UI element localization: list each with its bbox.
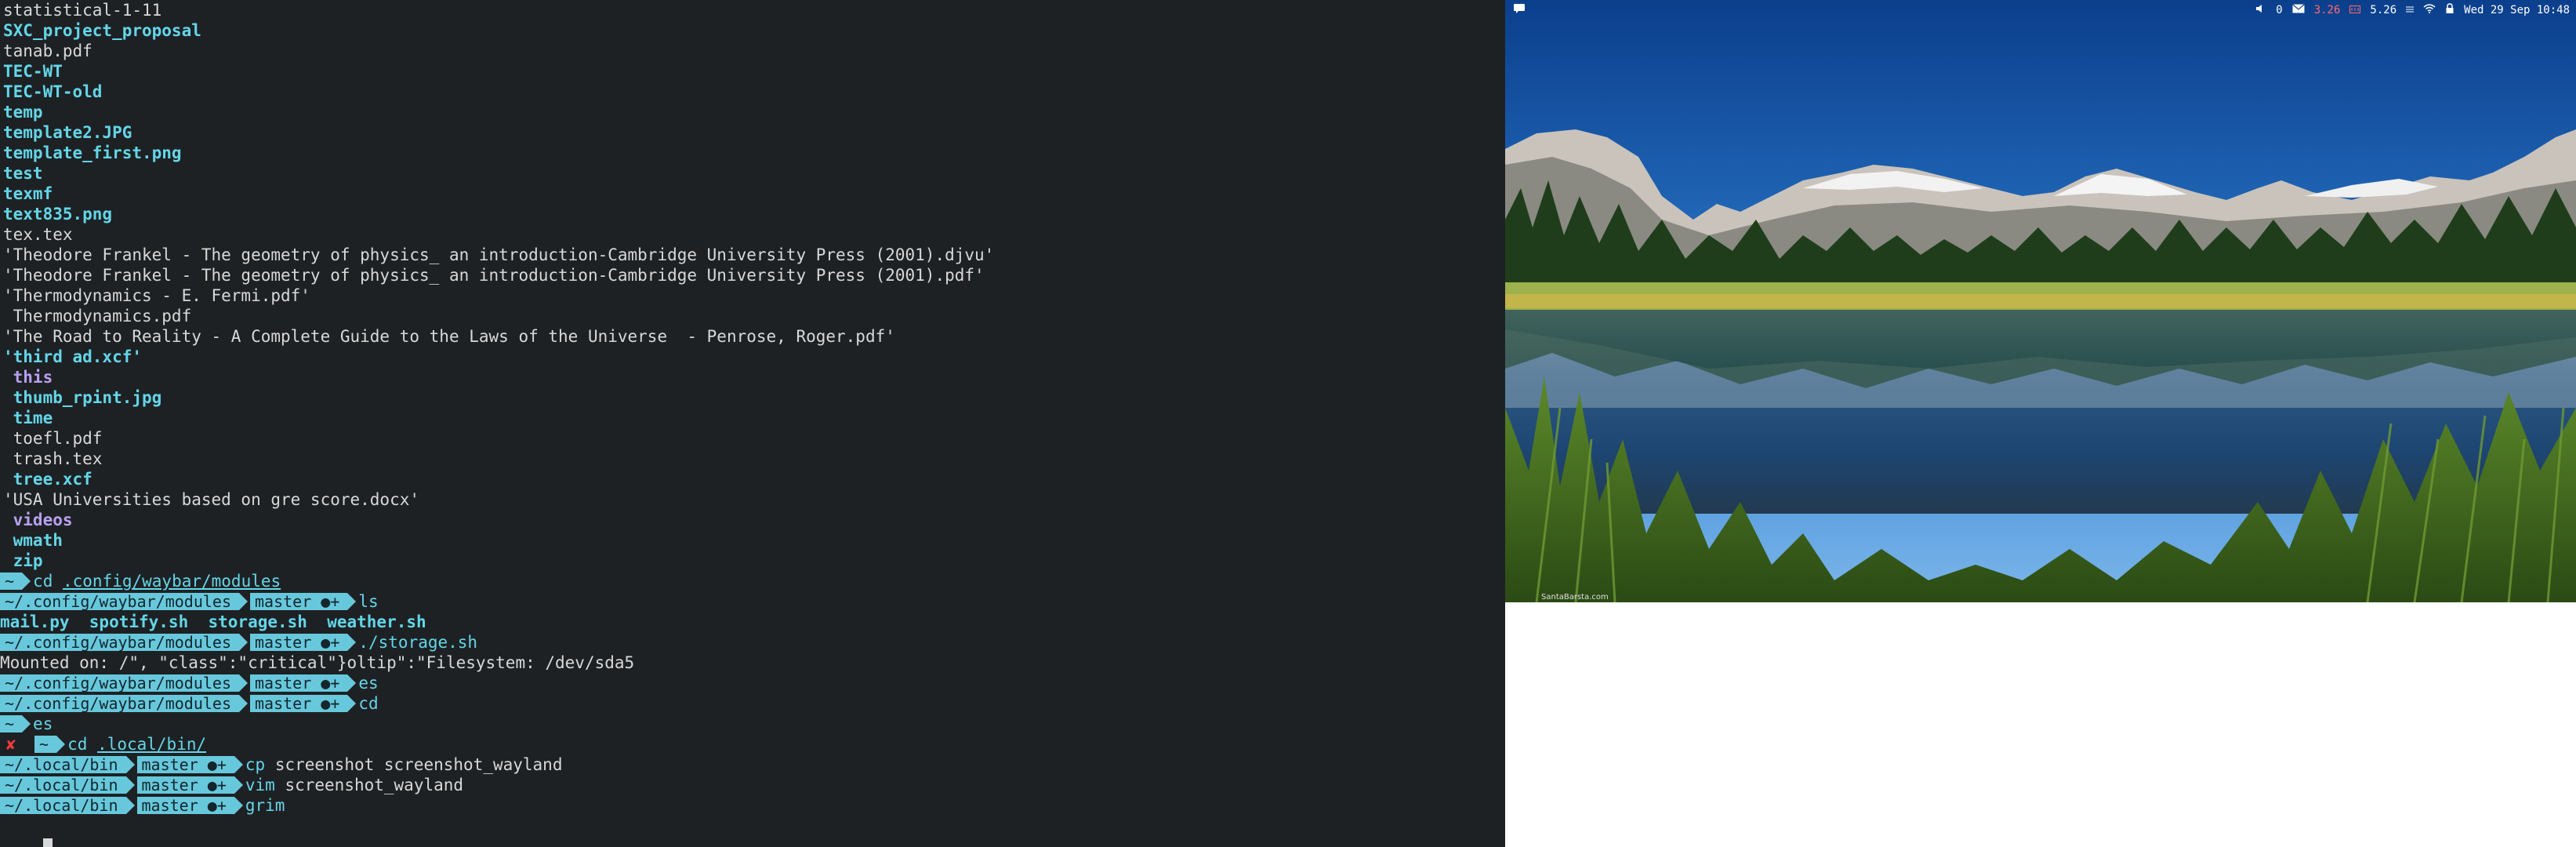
file-entry: template2.JPG: [3, 123, 132, 142]
command-args: screenshot_wayland: [274, 776, 464, 794]
file-entry: template_first.png: [3, 144, 182, 162]
file-entry: 'Theodore Frankel - The geometry of phys…: [3, 266, 985, 285]
file-entry: statistical-1-11: [3, 1, 162, 20]
lock-icon[interactable]: [2445, 3, 2454, 17]
prompt-line: ~/.config/waybar/modules master ●+ ls: [0, 591, 1505, 612]
prompt-line: ~/.local/bin master ●+ vim screenshot_wa…: [0, 775, 1505, 795]
prompt-line: ~ cd .config/waybar/modules: [0, 571, 1505, 591]
file-entry: thumb_rpint.jpg: [3, 388, 162, 407]
command: cd: [67, 735, 88, 754]
file-entry: tex.tex: [3, 225, 73, 244]
file-entry: tanab.pdf: [3, 42, 93, 60]
command: es: [358, 674, 379, 693]
file-entry: 'USA Universities based on gre score.doc…: [3, 490, 420, 509]
command-arg: .local/bin/: [97, 735, 207, 754]
prompt-git-branch: master ●+: [249, 674, 357, 692]
memory-icon: [2349, 4, 2361, 16]
mail-icon[interactable]: [2291, 4, 2305, 16]
wifi-icon[interactable]: [2423, 4, 2436, 16]
file-entry: trash.tex: [3, 449, 103, 468]
command: vim: [245, 776, 275, 794]
prompt-git-branch: master ●+: [136, 756, 244, 773]
file-entry: SXC_project_proposal: [3, 21, 201, 40]
file-entry: videos: [3, 511, 73, 529]
volume-icon[interactable]: [2255, 4, 2266, 16]
file-entry: test: [3, 164, 43, 183]
disk-value: 5.26: [2370, 4, 2397, 16]
command: cd: [33, 572, 53, 591]
mountain-lake-wallpaper: [1505, 0, 2576, 602]
command-arg: .config/waybar/modules: [63, 572, 281, 591]
prompt-dir: ~/.config/waybar/modules: [0, 634, 248, 651]
terminal-window[interactable]: statistical-1-11 SXC_project_proposaltana…: [0, 0, 1505, 847]
prompt-error-status: ✘: [0, 736, 33, 753]
prompt-git-branch: master ●+: [249, 634, 357, 651]
volume-value: 0: [2276, 4, 2283, 16]
prompt-dir: ~/.local/bin: [0, 797, 134, 814]
command: ./storage.sh: [358, 633, 478, 652]
file-entry: toefl.pdf: [3, 429, 103, 448]
prompt-git-branch: master ●+: [136, 776, 244, 794]
file-entry: text835.png: [3, 205, 113, 224]
prompt-line: ✘ ~ cd .local/bin/: [0, 734, 1505, 754]
file-entry: this: [3, 368, 53, 387]
file-entry: 'The Road to Reality - A Complete Guide …: [3, 327, 895, 346]
prompt-line: ~/.local/bin master ●+ cp screenshot scr…: [0, 754, 1505, 775]
command: cp: [245, 755, 266, 774]
command: es: [33, 714, 53, 733]
file-entry: 'third ad.xcf': [3, 347, 143, 366]
prompt-git-branch: master ●+: [249, 695, 357, 712]
command: cd: [358, 694, 379, 713]
command-output: Mounted on: /", "class":"critical"}oltip…: [0, 653, 635, 672]
chat-bubble-icon[interactable]: [1513, 3, 1526, 17]
file-entry: 'Theodore Frankel - The geometry of phys…: [3, 245, 995, 264]
file-entry: temp: [3, 103, 43, 122]
command: ls: [358, 592, 379, 611]
ls-listing: statistical-1-11 SXC_project_proposaltana…: [0, 0, 1505, 571]
empty-screen-area: [1505, 602, 2576, 847]
clock[interactable]: Wed 29 Sep 10:48: [2464, 4, 2570, 16]
file-entry: tree.xcf: [3, 470, 93, 489]
prompt-line: ~/.local/bin master ●+ grim: [0, 795, 1505, 816]
input-line[interactable]: [0, 816, 1505, 847]
prompt-dir: ~/.local/bin: [0, 756, 134, 773]
wallpaper-credit: SantaBarsta.com: [1541, 593, 1609, 602]
prompt-line: ~/.config/waybar/modules master ●+ es: [0, 673, 1505, 693]
file-entry: TEC-WT: [3, 62, 63, 81]
file-entry: time: [3, 409, 53, 427]
file-entry: zip: [3, 551, 43, 570]
prompt-line: ~/.config/waybar/modules master ●+ cd: [0, 693, 1505, 714]
cpu-load-warning: 3.26: [2313, 4, 2341, 16]
file-entry: texmf: [3, 184, 53, 203]
command-output: mail.py spotify.sh storage.sh weather.sh: [0, 613, 426, 631]
prompt-git-branch: master ●+: [249, 593, 357, 610]
prompt-dir: ~: [0, 573, 31, 590]
prompt-git-branch: master ●+: [136, 797, 244, 814]
prompt-line: ~ es: [0, 714, 1505, 734]
menu-lines-icon: [2406, 4, 2415, 16]
desktop-wallpaper: [1505, 0, 2576, 602]
prompt-dir: ~/.config/waybar/modules: [0, 695, 248, 712]
prompt-dir: ~/.config/waybar/modules: [0, 593, 248, 610]
waybar-status-bar: 0 3.26 5.26 Wed 29 Sep 10:48: [1505, 0, 2576, 20]
command: grim: [245, 796, 285, 815]
prompt-dir: ~/.config/waybar/modules: [0, 674, 248, 692]
prompt-line: ~/.config/waybar/modules master ●+ ./sto…: [0, 632, 1505, 653]
prompt-dir: ~: [34, 736, 66, 753]
file-entry: Thermodynamics.pdf: [3, 307, 192, 325]
file-entry: wmath: [3, 531, 63, 550]
file-entry: 'Thermodynamics - E. Fermi.pdf': [3, 286, 310, 305]
text-cursor: [42, 838, 53, 847]
prompt-dir: ~/.local/bin: [0, 776, 134, 794]
command-args: screenshot screenshot_wayland: [265, 755, 563, 774]
file-entry: TEC-WT-old: [3, 82, 103, 101]
prompt-dir: ~: [0, 715, 31, 732]
